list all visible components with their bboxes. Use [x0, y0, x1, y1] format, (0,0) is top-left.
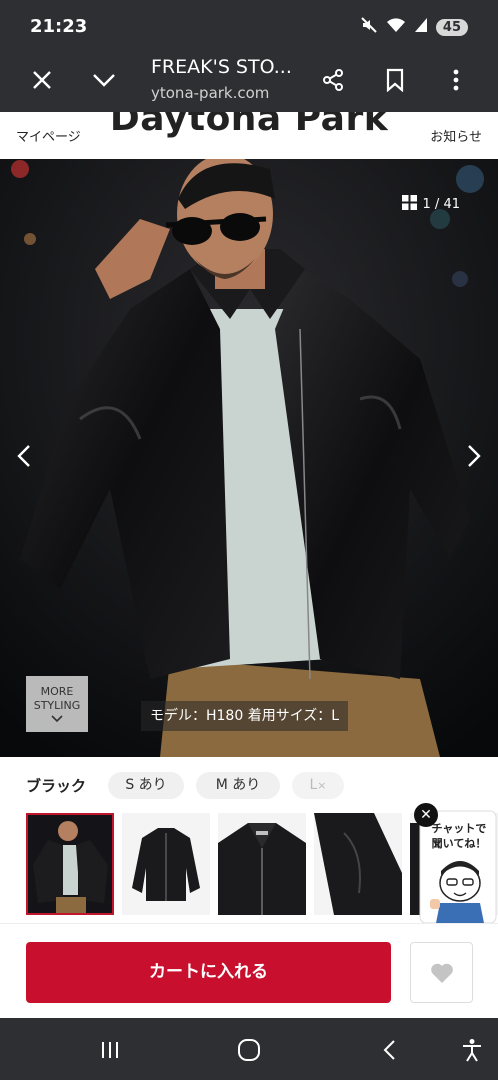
more-styling-line1: MORE [40, 685, 74, 698]
chat-label-line2: 聞いてね！ [431, 837, 487, 850]
heart-icon [430, 963, 453, 983]
grid-icon[interactable] [401, 195, 417, 214]
status-time: 21:23 [30, 16, 88, 37]
page-url[interactable]: ytona-park.com [151, 84, 269, 102]
model-size-caption: モデル：H180 着用サイズ：L [141, 701, 349, 731]
thumbnail-3[interactable] [218, 813, 306, 915]
chevron-left-icon [17, 445, 30, 467]
status-bar: 21:23 45 [0, 0, 498, 48]
back-icon[interactable] [371, 1032, 407, 1068]
thumbnail-2[interactable] [122, 813, 210, 915]
status-icons: 45 [360, 16, 468, 38]
mypage-link[interactable]: マイページ [16, 126, 81, 145]
add-to-cart-button[interactable]: カートに入れる [26, 942, 391, 1003]
chat-label: チャットで 聞いてね！ [428, 821, 490, 851]
site-header: Daytona Park マイページ お知らせ [0, 112, 498, 159]
size-chip-m[interactable]: M あり [196, 772, 280, 799]
android-navigation-bar [0, 1018, 498, 1080]
page-title: FREAK'S STO... [151, 56, 292, 78]
mute-icon [360, 16, 378, 38]
thumbnail-4[interactable] [314, 813, 402, 915]
more-menu-icon[interactable] [438, 62, 474, 98]
recent-apps-icon[interactable] [92, 1032, 128, 1068]
next-image-button[interactable] [452, 431, 496, 481]
close-icon[interactable] [24, 62, 60, 98]
home-icon[interactable] [231, 1032, 267, 1068]
sold-out-mark: × [317, 779, 327, 792]
selected-color-label: ブラック [26, 777, 87, 795]
bookmark-icon[interactable] [377, 62, 413, 98]
size-chip-l: L× [292, 772, 344, 799]
chevron-down-icon [51, 715, 63, 723]
chat-widget[interactable]: チャットで 聞いてね！ ✕ [414, 803, 498, 923]
action-bar: カートに入れる [0, 923, 498, 1018]
product-image-carousel[interactable]: 1 / 41 MORE STYLING モデル：H180 着用サイズ：L [0, 159, 498, 757]
more-styling-button[interactable]: MORE STYLING [26, 676, 88, 732]
more-styling-line2: STYLING [33, 699, 81, 712]
image-counter: 1 / 41 [401, 195, 460, 214]
battery-indicator: 45 [435, 18, 468, 36]
image-counter-text: 1 / 41 [422, 197, 460, 212]
model-photo [0, 159, 498, 757]
chevron-down-icon[interactable] [86, 62, 122, 98]
accessibility-icon[interactable] [454, 1032, 490, 1068]
previous-image-button[interactable] [2, 431, 46, 481]
chevron-right-icon [468, 445, 481, 467]
notice-link[interactable]: お知らせ [430, 126, 482, 145]
chat-close-button[interactable]: ✕ [414, 803, 438, 827]
wifi-icon [386, 17, 406, 37]
chat-label-line1: チャットで [431, 822, 487, 835]
signal-icon [414, 17, 428, 37]
favorite-button[interactable] [410, 942, 473, 1003]
share-icon[interactable] [315, 62, 351, 98]
browser-toolbar: FREAK'S STO... ytona-park.com [0, 48, 498, 112]
size-chip-s[interactable]: S あり [108, 772, 184, 799]
thumbnail-1[interactable] [26, 813, 114, 915]
